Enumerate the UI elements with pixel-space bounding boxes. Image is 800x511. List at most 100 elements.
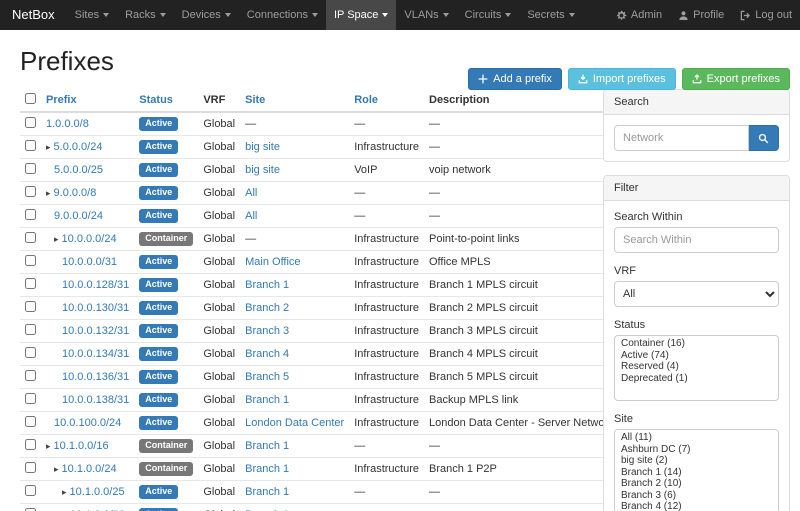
site-filter-option[interactable]: Ashburn DC (7) xyxy=(615,444,778,456)
site-link[interactable]: London Data Center xyxy=(245,417,344,429)
prefix-link[interactable]: 10.0.0.130/31 xyxy=(62,302,129,314)
prefix-link[interactable]: 10.0.100.0/24 xyxy=(54,417,121,429)
nav-item-secrets[interactable]: Secrets xyxy=(519,0,582,30)
prefix-link[interactable]: 10.0.0.0/24 xyxy=(62,233,117,245)
site-link[interactable]: Branch 1 xyxy=(245,279,289,291)
nav-item-admin[interactable]: Admin xyxy=(608,0,670,30)
sort-link-site[interactable]: Site xyxy=(245,94,265,106)
site-filter-option[interactable]: Branch 1 (14) xyxy=(615,467,778,479)
site-link[interactable]: Branch 3 xyxy=(245,325,289,337)
site-link[interactable]: Branch 4 xyxy=(245,348,289,360)
row-checkbox[interactable] xyxy=(25,117,36,128)
row-checkbox[interactable] xyxy=(25,370,36,381)
status-filter-option[interactable]: Container (16) xyxy=(615,338,778,350)
prefix-row: ▸10.1.0.0/25ActiveGlobalBranch 1—— xyxy=(20,481,619,504)
nav-item-label: VLANs xyxy=(404,9,438,21)
prefix-link[interactable]: 5.0.0.0/25 xyxy=(54,164,103,176)
sort-link-prefix[interactable]: Prefix xyxy=(46,94,77,106)
status-cell: Active xyxy=(134,297,198,320)
nav-item-devices[interactable]: Devices xyxy=(174,0,239,30)
prefix-link[interactable]: 10.1.0.0/16 xyxy=(54,440,109,452)
status-filter-option[interactable]: Reserved (4) xyxy=(615,361,778,373)
site-link[interactable]: All xyxy=(245,187,257,199)
row-checkbox[interactable] xyxy=(25,485,36,496)
prefix-row: ▸10.0.0.0/24ContainerGlobal—Infrastructu… xyxy=(20,228,619,251)
prefix-link[interactable]: 9.0.0.0/24 xyxy=(54,210,103,222)
site-link[interactable]: big site xyxy=(245,164,280,176)
prefix-link[interactable]: 1.0.0.0/8 xyxy=(46,118,89,130)
add-a-prefix-button[interactable]: Add a prefix xyxy=(468,68,562,90)
search-button[interactable] xyxy=(749,125,779,151)
vrf-cell: Global xyxy=(198,481,240,504)
row-checkbox[interactable] xyxy=(25,163,36,174)
filter-vrf-select[interactable]: All xyxy=(614,281,779,307)
prefix-link[interactable]: 10.0.0.132/31 xyxy=(62,325,129,337)
row-checkbox[interactable] xyxy=(25,232,36,243)
select-all-checkbox[interactable] xyxy=(25,93,36,104)
row-checkbox[interactable] xyxy=(25,140,36,151)
row-checkbox[interactable] xyxy=(25,301,36,312)
nav-item-racks[interactable]: Racks xyxy=(117,0,174,30)
prefix-cell: ▸5.0.0.0/25 xyxy=(41,159,134,182)
brand[interactable]: NetBox xyxy=(0,0,67,30)
site-link[interactable]: Branch 2 xyxy=(245,302,289,314)
prefix-link[interactable]: 10.1.0.0/25 xyxy=(70,486,125,498)
row-checkbox[interactable] xyxy=(25,393,36,404)
nav-item-log-out[interactable]: Log out xyxy=(732,0,800,30)
prefix-link[interactable]: 10.1.0.0/24 xyxy=(62,463,117,475)
row-checkbox[interactable] xyxy=(25,439,36,450)
status-filter-option[interactable]: Active (74) xyxy=(615,350,778,362)
nav-item-profile[interactable]: Profile xyxy=(670,0,732,30)
prefix-link[interactable]: 10.0.0.0/31 xyxy=(62,256,117,268)
nav-item-ip-space[interactable]: IP Space xyxy=(326,0,396,30)
row-select-cell xyxy=(20,205,41,228)
prefix-link[interactable]: 10.0.0.136/31 xyxy=(62,371,129,383)
sort-link-status[interactable]: Status xyxy=(139,94,173,106)
prefix-link[interactable]: 10.0.0.138/31 xyxy=(62,394,129,406)
nav-item-connections[interactable]: Connections xyxy=(239,0,326,30)
filter-site-listbox[interactable]: All (11)Ashburn DC (7)big site (2)Branch… xyxy=(614,429,779,511)
import-prefixes-button[interactable]: Import prefixes xyxy=(568,68,676,90)
sort-link-role[interactable]: Role xyxy=(354,94,378,106)
site-link[interactable]: big site xyxy=(245,141,280,153)
nav-item-circuits[interactable]: Circuits xyxy=(457,0,520,30)
site-cell: Branch 4 xyxy=(240,343,349,366)
site-filter-option[interactable]: Branch 2 (10) xyxy=(615,478,778,490)
role-cell: — xyxy=(349,504,424,511)
site-filter-option[interactable]: Branch 4 (12) xyxy=(615,501,778,511)
site-filter-option[interactable]: big site (2) xyxy=(615,455,778,467)
vrf-cell: Global xyxy=(198,274,240,297)
nav-item-vlans[interactable]: VLANs xyxy=(396,0,456,30)
row-checkbox[interactable] xyxy=(25,186,36,197)
prefix-link[interactable]: 10.0.0.128/31 xyxy=(62,279,129,291)
site-link[interactable]: All xyxy=(245,210,257,222)
filter-search-within-input[interactable] xyxy=(614,227,779,253)
site-link[interactable]: Main Office xyxy=(245,256,300,268)
site-filter-option[interactable]: All (11) xyxy=(615,432,778,444)
row-checkbox[interactable] xyxy=(25,347,36,358)
site-link[interactable]: Branch 1 xyxy=(245,463,289,475)
row-checkbox[interactable] xyxy=(25,255,36,266)
row-checkbox[interactable] xyxy=(25,416,36,427)
status-cell: Active xyxy=(134,136,198,159)
site-link[interactable]: Branch 5 xyxy=(245,371,289,383)
export-prefixes-button[interactable]: Export prefixes xyxy=(682,68,790,90)
status-badge: Active xyxy=(139,485,178,499)
row-checkbox[interactable] xyxy=(25,462,36,473)
site-link[interactable]: Branch 1 xyxy=(245,440,289,452)
row-checkbox[interactable] xyxy=(25,209,36,220)
nav-item-sites[interactable]: Sites xyxy=(67,0,117,30)
prefix-link[interactable]: 10.0.0.134/31 xyxy=(62,348,129,360)
row-checkbox[interactable] xyxy=(25,324,36,335)
row-select-cell xyxy=(20,274,41,297)
prefix-link[interactable]: 5.0.0.0/24 xyxy=(54,141,103,153)
filter-status-listbox[interactable]: Container (16)Active (74)Reserved (4)Dep… xyxy=(614,335,779,401)
site-link[interactable]: Branch 1 xyxy=(245,394,289,406)
site-filter-option[interactable]: Branch 3 (6) xyxy=(615,490,778,502)
search-input[interactable] xyxy=(614,125,749,151)
prefix-table-body: ▸1.0.0.0/8ActiveGlobal———▸5.0.0.0/24Acti… xyxy=(20,112,619,511)
status-filter-option[interactable]: Deprecated (1) xyxy=(615,373,778,385)
site-link[interactable]: Branch 1 xyxy=(245,486,289,498)
prefix-link[interactable]: 9.0.0.0/8 xyxy=(54,187,97,199)
row-checkbox[interactable] xyxy=(25,278,36,289)
